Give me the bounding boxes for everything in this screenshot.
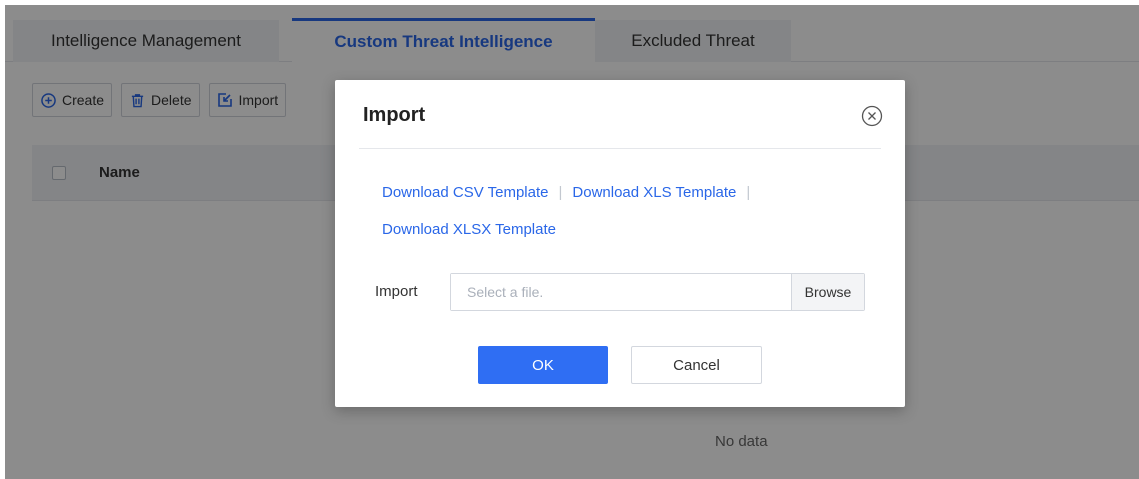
import-field-label: Import <box>375 283 418 300</box>
download-xlsx-link[interactable]: Download XLSX Template <box>382 217 556 243</box>
link-separator: | <box>558 184 563 201</box>
browse-button[interactable]: Browse <box>791 274 864 310</box>
file-input[interactable] <box>451 274 791 310</box>
download-csv-link[interactable]: Download CSV Template <box>382 180 548 206</box>
dialog-title: Import <box>363 104 426 126</box>
close-icon[interactable] <box>861 105 883 127</box>
link-separator: | <box>746 184 751 201</box>
template-links: Download CSV Template | Download XLS Tem… <box>382 180 862 243</box>
download-xls-link[interactable]: Download XLS Template <box>572 180 736 206</box>
file-picker: Browse <box>450 273 865 311</box>
ok-button[interactable]: OK <box>478 346 608 384</box>
cancel-button[interactable]: Cancel <box>631 346 762 384</box>
dialog-divider <box>359 148 881 149</box>
import-dialog: Import Download CSV Template | Download … <box>335 80 905 407</box>
